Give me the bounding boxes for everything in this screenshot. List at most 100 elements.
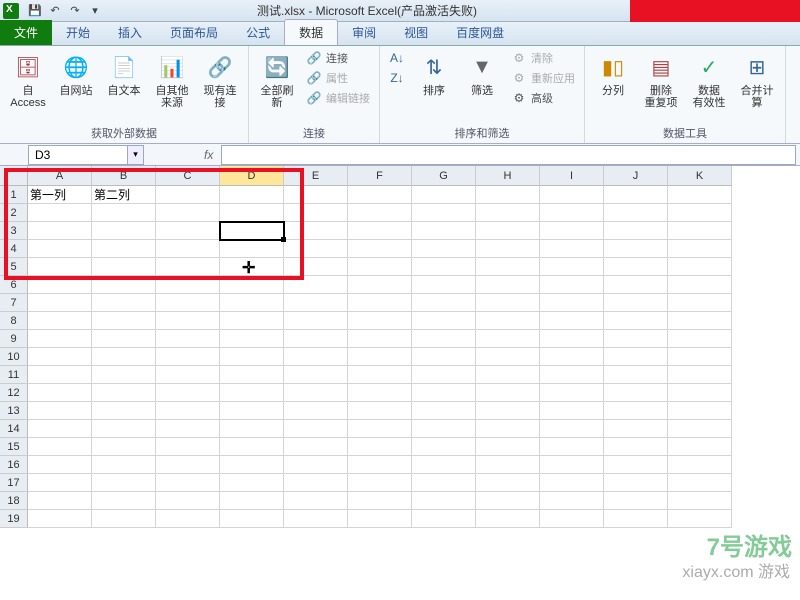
- tab-插入[interactable]: 插入: [104, 20, 156, 45]
- cell-G8[interactable]: [412, 312, 476, 330]
- col-header-K[interactable]: K: [668, 166, 732, 186]
- cell-J19[interactable]: [604, 510, 668, 528]
- cell-H8[interactable]: [476, 312, 540, 330]
- cell-H11[interactable]: [476, 366, 540, 384]
- cell-H9[interactable]: [476, 330, 540, 348]
- cell-F8[interactable]: [348, 312, 412, 330]
- cell-E8[interactable]: [284, 312, 348, 330]
- row-header-10[interactable]: 10: [0, 348, 28, 366]
- cell-A4[interactable]: [28, 240, 92, 258]
- cell-H5[interactable]: [476, 258, 540, 276]
- cell-A12[interactable]: [28, 384, 92, 402]
- cell-I14[interactable]: [540, 420, 604, 438]
- col-header-C[interactable]: C: [156, 166, 220, 186]
- cell-E14[interactable]: [284, 420, 348, 438]
- fx-label[interactable]: fx: [204, 148, 213, 162]
- cell-A13[interactable]: [28, 402, 92, 420]
- cell-B2[interactable]: [92, 204, 156, 222]
- cell-H13[interactable]: [476, 402, 540, 420]
- cell-B6[interactable]: [92, 276, 156, 294]
- cell-C1[interactable]: [156, 186, 220, 204]
- row-header-12[interactable]: 12: [0, 384, 28, 402]
- cell-H18[interactable]: [476, 492, 540, 510]
- cell-A14[interactable]: [28, 420, 92, 438]
- cell-D7[interactable]: [220, 294, 284, 312]
- cell-C15[interactable]: [156, 438, 220, 456]
- cell-H2[interactable]: [476, 204, 540, 222]
- cell-I18[interactable]: [540, 492, 604, 510]
- cell-H16[interactable]: [476, 456, 540, 474]
- cell-I6[interactable]: [540, 276, 604, 294]
- formula-input[interactable]: [221, 145, 796, 165]
- cell-E12[interactable]: [284, 384, 348, 402]
- cell-C12[interactable]: [156, 384, 220, 402]
- cell-F14[interactable]: [348, 420, 412, 438]
- cell-K5[interactable]: [668, 258, 732, 276]
- cell-G14[interactable]: [412, 420, 476, 438]
- cell-B17[interactable]: [92, 474, 156, 492]
- cell-C17[interactable]: [156, 474, 220, 492]
- cell-K14[interactable]: [668, 420, 732, 438]
- cell-E6[interactable]: [284, 276, 348, 294]
- cell-E1[interactable]: [284, 186, 348, 204]
- 自网站-button[interactable]: 🌐自网站: [54, 49, 98, 99]
- cell-G17[interactable]: [412, 474, 476, 492]
- cell-D6[interactable]: [220, 276, 284, 294]
- cell-J9[interactable]: [604, 330, 668, 348]
- 自其他来源-button[interactable]: 📊自其他来源: [150, 49, 194, 111]
- cell-D3[interactable]: [220, 222, 284, 240]
- cell-D12[interactable]: [220, 384, 284, 402]
- cell-I4[interactable]: [540, 240, 604, 258]
- row-header-8[interactable]: 8: [0, 312, 28, 330]
- col-header-B[interactable]: B: [92, 166, 156, 186]
- cell-I8[interactable]: [540, 312, 604, 330]
- cell-H3[interactable]: [476, 222, 540, 240]
- cell-B12[interactable]: [92, 384, 156, 402]
- cell-G11[interactable]: [412, 366, 476, 384]
- cell-C7[interactable]: [156, 294, 220, 312]
- cell-H1[interactable]: [476, 186, 540, 204]
- cell-J6[interactable]: [604, 276, 668, 294]
- cell-D11[interactable]: [220, 366, 284, 384]
- name-box-dropdown[interactable]: ▾: [128, 145, 144, 165]
- cell-C3[interactable]: [156, 222, 220, 240]
- col-header-H[interactable]: H: [476, 166, 540, 186]
- cell-D8[interactable]: [220, 312, 284, 330]
- cell-A19[interactable]: [28, 510, 92, 528]
- tab-开始[interactable]: 开始: [52, 20, 104, 45]
- cell-K10[interactable]: [668, 348, 732, 366]
- cell-G3[interactable]: [412, 222, 476, 240]
- cell-B8[interactable]: [92, 312, 156, 330]
- cell-B16[interactable]: [92, 456, 156, 474]
- tab-百度网盘[interactable]: 百度网盘: [442, 20, 518, 45]
- cell-I5[interactable]: [540, 258, 604, 276]
- cell-K18[interactable]: [668, 492, 732, 510]
- cell-F1[interactable]: [348, 186, 412, 204]
- cell-G19[interactable]: [412, 510, 476, 528]
- cell-F15[interactable]: [348, 438, 412, 456]
- cell-K9[interactable]: [668, 330, 732, 348]
- cell-K1[interactable]: [668, 186, 732, 204]
- cell-D4[interactable]: [220, 240, 284, 258]
- redo-button[interactable]: ↷: [66, 2, 84, 20]
- col-header-G[interactable]: G: [412, 166, 476, 186]
- cell-C6[interactable]: [156, 276, 220, 294]
- row-header-3[interactable]: 3: [0, 222, 28, 240]
- cell-I16[interactable]: [540, 456, 604, 474]
- 自 Access-button[interactable]: 🗄自 Access: [6, 49, 50, 111]
- cell-F7[interactable]: [348, 294, 412, 312]
- sort-az-button[interactable]: A↓: [386, 49, 408, 67]
- cell-E11[interactable]: [284, 366, 348, 384]
- cell-K6[interactable]: [668, 276, 732, 294]
- cell-A15[interactable]: [28, 438, 92, 456]
- cell-B4[interactable]: [92, 240, 156, 258]
- cell-C4[interactable]: [156, 240, 220, 258]
- cell-K8[interactable]: [668, 312, 732, 330]
- cell-H17[interactable]: [476, 474, 540, 492]
- cell-B18[interactable]: [92, 492, 156, 510]
- cell-H12[interactable]: [476, 384, 540, 402]
- 高级-button[interactable]: ⚙高级: [508, 89, 578, 107]
- cell-F4[interactable]: [348, 240, 412, 258]
- cell-I1[interactable]: [540, 186, 604, 204]
- cell-J5[interactable]: [604, 258, 668, 276]
